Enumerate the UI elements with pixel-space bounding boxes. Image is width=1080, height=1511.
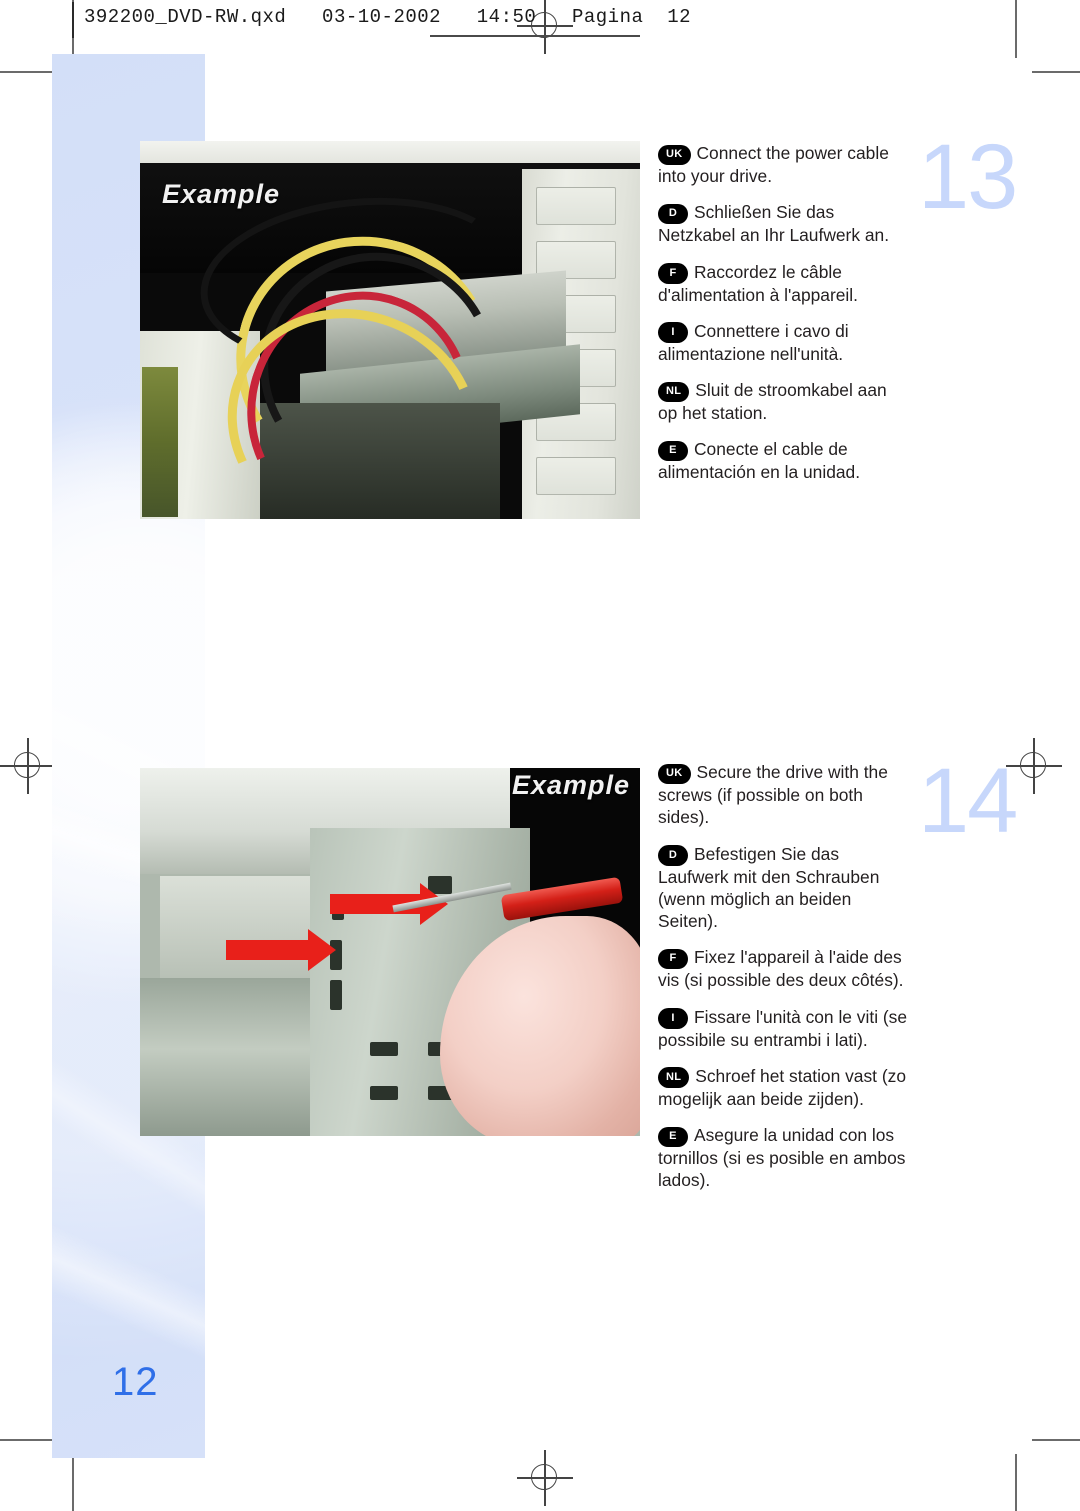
instruction-paragraph: I Connettere i cavo di alimentazione nell… <box>658 320 908 365</box>
instruction-text: Conecte el cable de alimentación en la u… <box>658 439 861 483</box>
instruction-paragraph: UK Secure the drive with the screws (if p… <box>658 761 908 829</box>
registration-mark-left <box>0 738 56 794</box>
instruction-paragraph: E Conecte el cable de alimentación en la … <box>658 438 908 483</box>
instruction-paragraph: F Raccordez le câble d'alimentation à l'a… <box>658 261 908 306</box>
crop-mark-top-right-vertical <box>1015 0 1017 58</box>
crop-mark-bottom-right-vertical <box>1015 1454 1017 1511</box>
instruction-paragraph: NL Sluit de stroomkabel aan op het statio… <box>658 379 908 424</box>
instruction-text: Befestigen Sie das Laufwerk mit den Schr… <box>658 843 880 932</box>
instruction-paragraph: NL Schroef het station vast (zo mogelijk … <box>658 1065 908 1110</box>
callout-arrow-left <box>226 929 336 971</box>
crop-mark-top-left-horizontal <box>0 71 58 73</box>
crop-mark-bottom-left-vertical <box>72 1454 74 1511</box>
instruction-text: Sluit de stroomkabel aan op het station. <box>658 380 887 424</box>
instruction-paragraph: D Befestigen Sie das Laufwerk mit den Sch… <box>658 843 908 933</box>
language-badge-nl: NL <box>658 1067 690 1088</box>
language-badge-nl: NL <box>658 381 690 403</box>
instructions-step-14: UK Secure the drive with the screws (if p… <box>658 761 908 1192</box>
language-badge-i: I <box>658 1008 688 1029</box>
prepress-slug: 392200_DVD-RW.qxd 03-10-2002 14:50 Pagin… <box>84 6 691 28</box>
instruction-text: Schroef het station vast (zo mogelijk aa… <box>658 1065 906 1109</box>
registration-mark-bottom <box>517 1450 573 1506</box>
example-label-step-14: Example <box>511 770 630 800</box>
step-number-14: 14 <box>918 750 1018 852</box>
instruction-text: Secure the drive with the screws (if pos… <box>658 762 888 828</box>
slug-underline <box>430 35 640 37</box>
instruction-text: Raccordez le câble d'alimentation à l'ap… <box>658 261 858 305</box>
photo-step-14: Example <box>140 768 640 1136</box>
instruction-text: Connect the power cable into your drive. <box>658 143 889 186</box>
language-badge-e: E <box>658 1126 688 1148</box>
instruction-paragraph: F Fixez l'appareil à l'aide des vis (si p… <box>658 946 908 991</box>
example-label-step-13: Example <box>162 179 281 209</box>
language-badge-e: E <box>658 440 688 462</box>
language-badge-uk: UK <box>658 763 691 784</box>
instruction-paragraph: E Asegure la unidad con los tornillos (si… <box>658 1124 908 1192</box>
instruction-paragraph: I Fissare l'unità con le viti (se possibi… <box>658 1006 908 1051</box>
step-number-13: 13 <box>918 126 1018 228</box>
slug-divider <box>72 2 74 38</box>
instruction-paragraph: D Schließen Sie das Netzkabel an Ihr Lauf… <box>658 201 908 246</box>
instruction-text: Fixez l'appareil à l'aide des vis (si po… <box>658 947 904 991</box>
instruction-paragraph: UK Connect the power cable into your driv… <box>658 142 908 187</box>
crop-mark-top-right-horizontal <box>1032 71 1080 73</box>
language-badge-f: F <box>658 263 688 284</box>
language-badge-d: D <box>658 203 688 225</box>
instruction-text: Fissare l'unità con le viti (se possibil… <box>658 1006 908 1050</box>
instruction-text: Schließen Sie das Netzkabel an Ihr Laufw… <box>658 202 890 246</box>
photo-step-13: Example <box>140 141 640 519</box>
instructions-step-13: UK Connect the power cable into your driv… <box>658 142 908 484</box>
instruction-text: Asegure la unidad con los tornillos (si … <box>658 1125 906 1191</box>
language-badge-i: I <box>658 322 688 343</box>
crop-mark-bottom-left-horizontal <box>0 1439 58 1441</box>
language-badge-d: D <box>658 845 688 866</box>
language-badge-f: F <box>658 948 688 970</box>
page-number: 12 <box>112 1360 159 1404</box>
crop-mark-bottom-right-horizontal <box>1032 1439 1080 1441</box>
language-badge-uk: UK <box>658 144 691 165</box>
